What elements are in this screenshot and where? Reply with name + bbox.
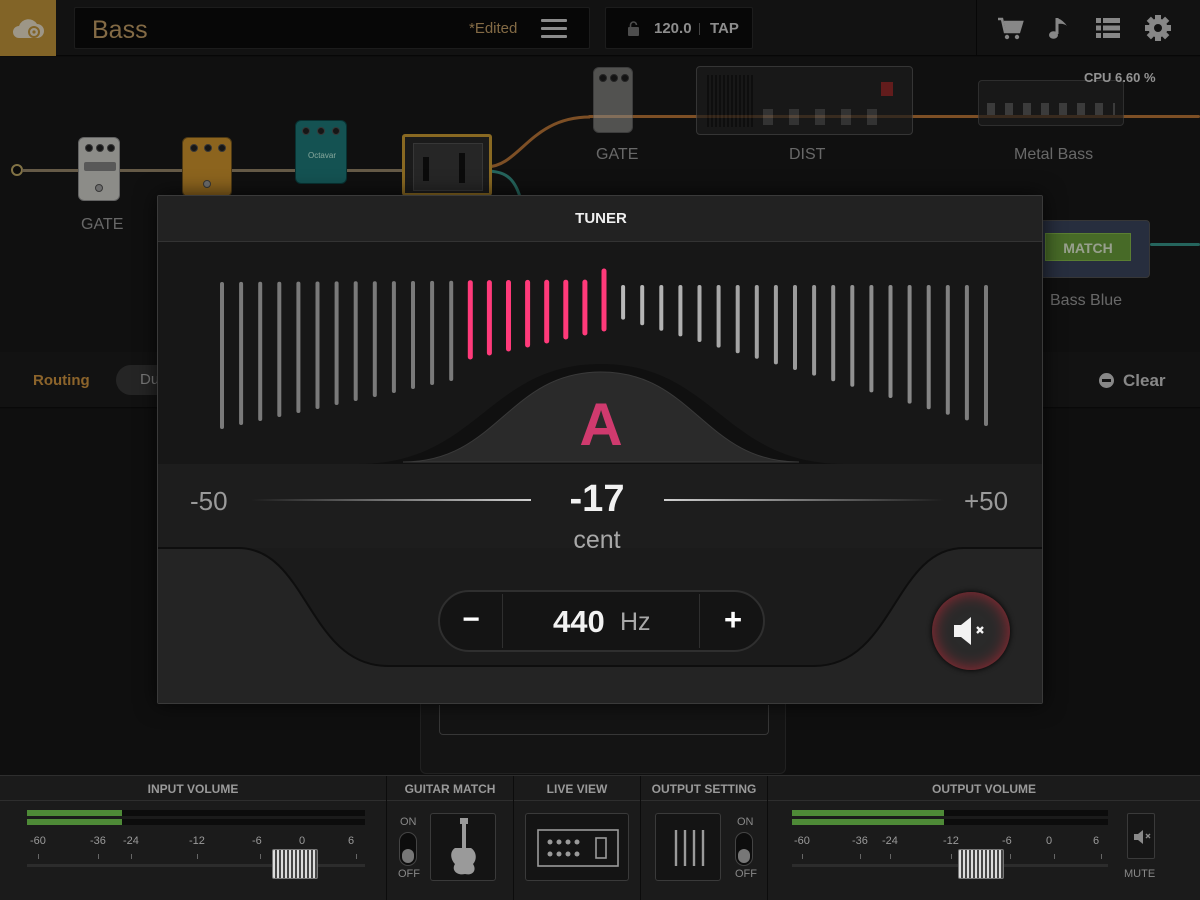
- output-vu-meter-l: [792, 810, 1108, 816]
- scale-label: -6: [1002, 835, 1012, 847]
- guitar-match-title: GUITAR MATCH: [404, 782, 496, 796]
- scale-label: -36: [90, 835, 106, 847]
- guitar-match-toggle[interactable]: [399, 832, 417, 866]
- input-vu-meter-r: [27, 819, 365, 825]
- scale-label: -60: [794, 835, 810, 847]
- scale-tick: [1010, 854, 1011, 859]
- tuner-dialog: TUNER A -50 -17 cent +50 − 440 Hz +: [157, 195, 1043, 704]
- guitar-match-button[interactable]: [430, 813, 496, 881]
- scale-tick: [260, 854, 261, 859]
- scale-label: -24: [123, 835, 139, 847]
- scale-tick: [131, 854, 132, 859]
- panel-divider: [641, 800, 767, 801]
- live-view-title: LIVE VIEW: [546, 782, 608, 796]
- panel-divider: [387, 800, 513, 801]
- input-volume-title: INPUT VOLUME: [147, 782, 239, 796]
- scale-tick: [98, 854, 99, 859]
- live-view-panel: LIVE VIEW: [514, 776, 641, 900]
- guitar-match-off-label: OFF: [398, 868, 420, 880]
- scale-label: -36: [852, 835, 868, 847]
- output-vu-fill-l: [792, 810, 944, 816]
- scale-tick: [197, 854, 198, 859]
- scale-label: -12: [189, 835, 205, 847]
- reference-pitch-control: − 440 Hz +: [438, 590, 765, 652]
- scale-tick: [38, 854, 39, 859]
- input-vu-meter-l: [27, 810, 365, 816]
- output-setting-on-label: ON: [737, 816, 754, 828]
- reference-pitch-value: 440: [553, 604, 605, 639]
- guitar-icon: [451, 818, 476, 875]
- output-setting-icon: [674, 830, 705, 866]
- scale-label: 0: [1046, 835, 1053, 847]
- output-setting-off-label: OFF: [735, 868, 757, 880]
- scale-tick: [1054, 854, 1055, 859]
- panel-divider: [0, 800, 386, 801]
- scale-label: -6: [252, 835, 262, 847]
- scale-label: -60: [30, 835, 46, 847]
- live-view-icon: [537, 829, 619, 867]
- input-volume-panel: INPUT VOLUME -60 -36 -24 -12 -6 0 6: [0, 776, 387, 900]
- reference-pitch-unit: Hz: [620, 608, 651, 636]
- speaker-mute-icon: [1134, 830, 1151, 844]
- output-mute-label: MUTE: [1124, 868, 1156, 880]
- output-setting-button[interactable]: [655, 813, 721, 881]
- output-vu-meter-r: [792, 819, 1108, 825]
- output-setting-panel: OUTPUT SETTING ON OFF: [641, 776, 768, 900]
- scale-tick: [802, 854, 803, 859]
- guitar-match-on-label: ON: [400, 816, 417, 828]
- scale-tick: [951, 854, 952, 859]
- output-mute-button[interactable]: [1127, 813, 1155, 859]
- pitch-increase-button[interactable]: +: [702, 592, 764, 650]
- scale-label: 0: [299, 835, 306, 847]
- scale-tick: [860, 854, 861, 859]
- panel-divider: [768, 800, 1200, 801]
- live-view-button[interactable]: [525, 813, 629, 881]
- guitar-match-panel: GUITAR MATCH ON OFF: [387, 776, 514, 900]
- scale-label: 6: [1093, 835, 1100, 847]
- pitch-separator-left: [502, 594, 503, 648]
- panel-divider: [514, 800, 640, 801]
- scale-label: 6: [348, 835, 355, 847]
- output-volume-title: OUTPUT VOLUME: [932, 782, 1036, 796]
- output-slider-track[interactable]: [792, 864, 1108, 867]
- scale-tick: [1101, 854, 1102, 859]
- input-vu-fill-r: [27, 819, 122, 825]
- pitch-decrease-button[interactable]: −: [440, 592, 502, 650]
- output-vu-fill-r: [792, 819, 944, 825]
- output-volume-fader[interactable]: [958, 849, 1004, 879]
- scale-tick: [356, 854, 357, 859]
- input-volume-fader[interactable]: [272, 849, 318, 879]
- input-vu-fill-l: [27, 810, 122, 816]
- output-setting-title: OUTPUT SETTING: [651, 782, 757, 796]
- scale-label: -24: [882, 835, 898, 847]
- output-setting-toggle[interactable]: [735, 832, 753, 866]
- scale-tick: [890, 854, 891, 859]
- bottom-bar: INPUT VOLUME -60 -36 -24 -12 -6 0 6 GUITAR MAT…: [0, 775, 1200, 900]
- speaker-mute-icon: [954, 617, 984, 645]
- scale-label: -12: [943, 835, 959, 847]
- pitch-separator-right: [699, 594, 700, 648]
- tuner-mute-button[interactable]: [932, 592, 1010, 670]
